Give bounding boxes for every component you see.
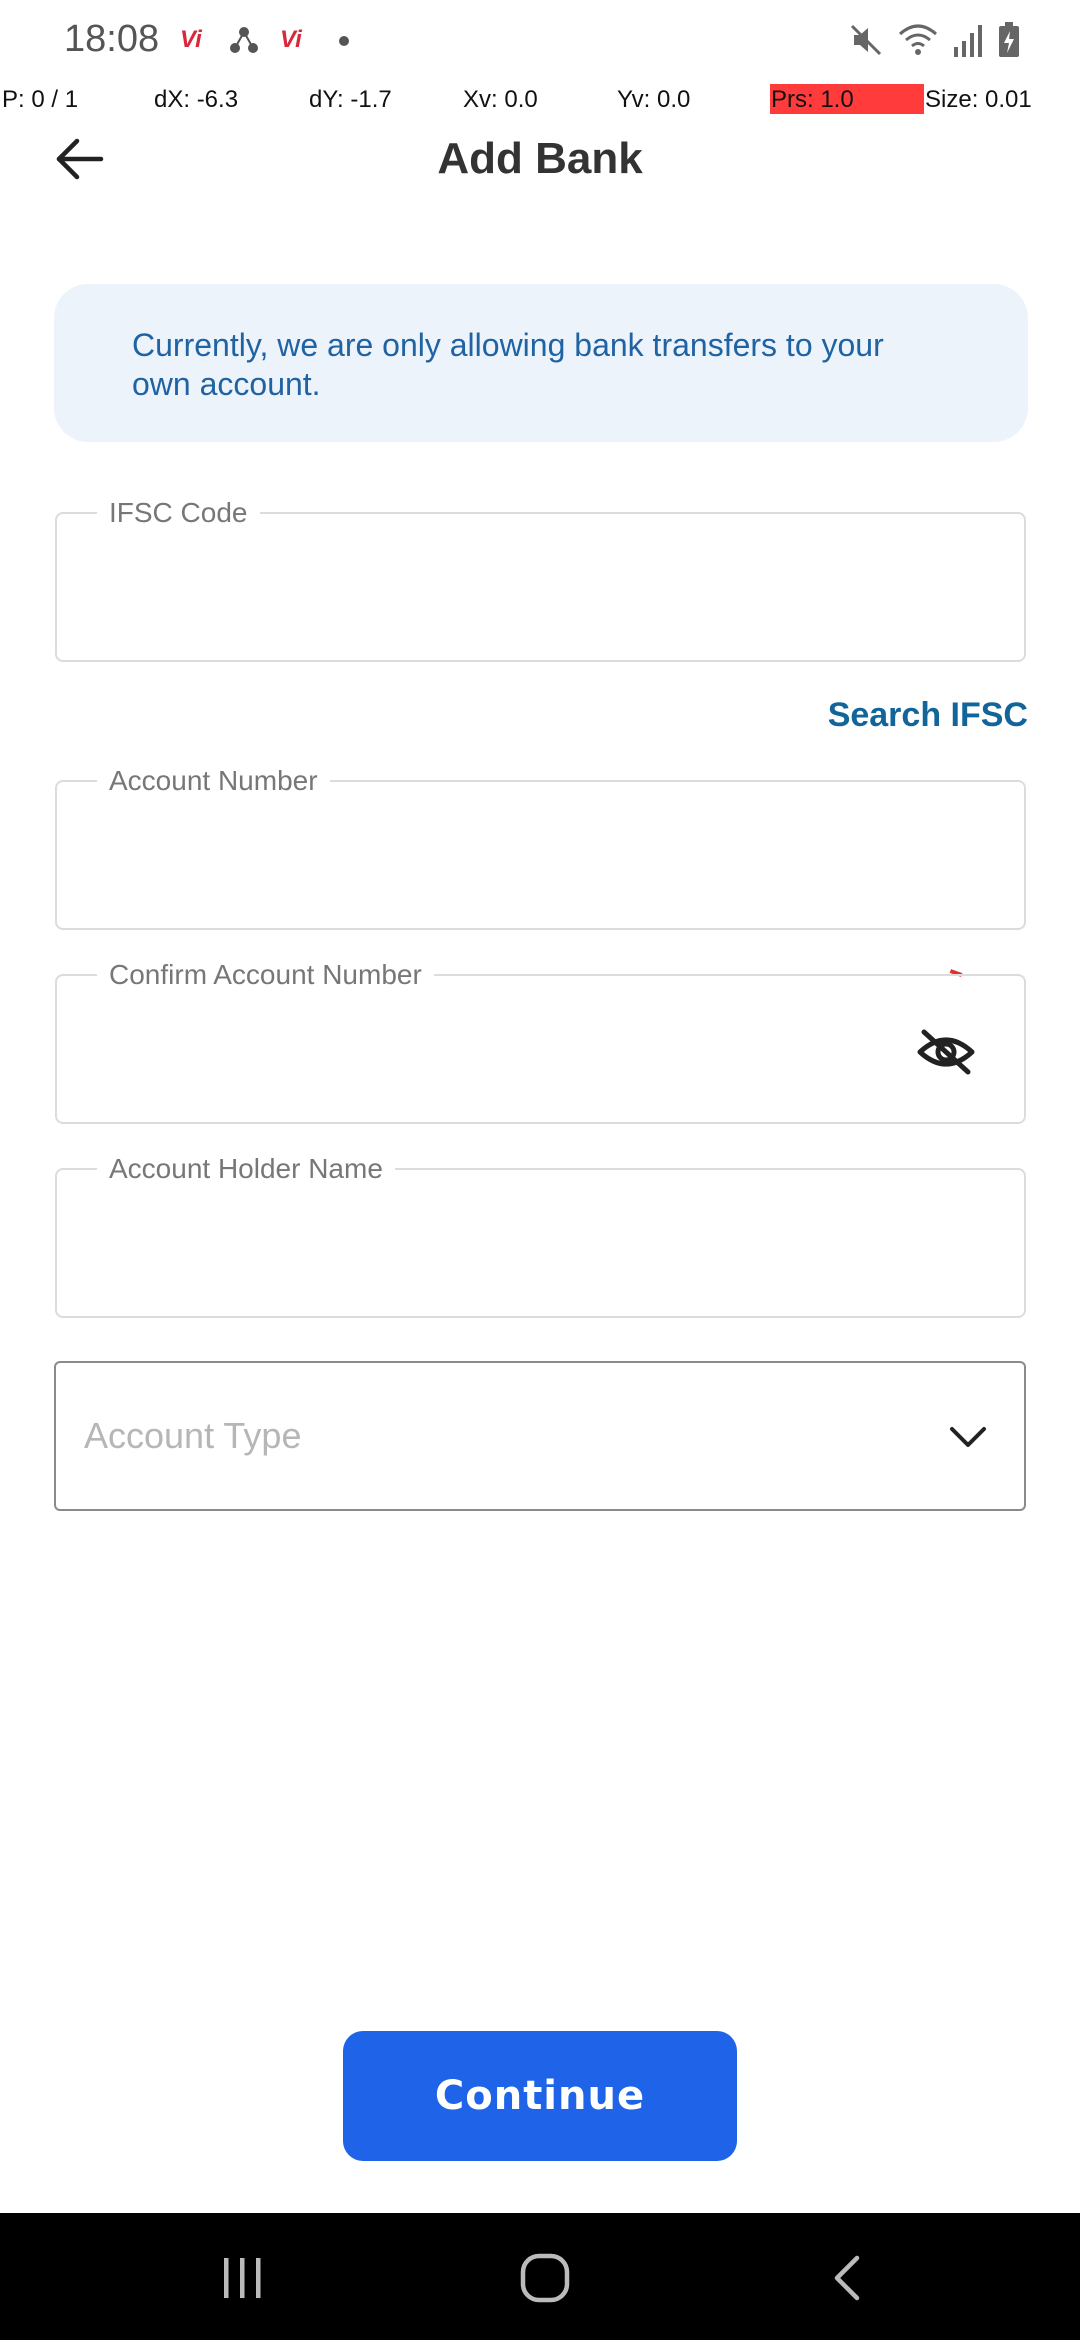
system-icons — [848, 22, 1020, 63]
confirm-account-number-label: Confirm Account Number — [97, 959, 434, 991]
mute-icon — [848, 22, 884, 63]
debug-dy: dY: -1.7 — [309, 86, 392, 113]
chevron-down-icon — [950, 1427, 986, 1447]
dot-icon — [339, 36, 349, 46]
recent-apps-button[interactable] — [198, 2243, 288, 2313]
vi-icon: Vi — [280, 26, 302, 54]
pointer-debug-bar: P: 0 / 1 dX: -6.3 dY: -1.7 Xv: 0.0 Yv: 0… — [0, 80, 1080, 120]
status-bar: 18:08 Vi Vi — [0, 0, 1080, 80]
account-type-dropdown[interactable]: Account Type — [54, 1361, 1026, 1511]
ifsc-code-field[interactable]: IFSC Code — [55, 497, 1026, 662]
account-holder-name-input[interactable] — [87, 1210, 947, 1280]
search-ifsc-link[interactable]: Search IFSC — [828, 696, 1028, 735]
status-time: 18:08 — [64, 18, 160, 60]
home-icon — [520, 2253, 570, 2303]
debug-xv: Xv: 0.0 — [463, 86, 538, 113]
account-number-input[interactable] — [87, 822, 947, 892]
share-network-icon — [230, 26, 258, 54]
debug-pointer: P: 0 / 1 — [2, 86, 79, 113]
page-title: Add Bank — [437, 134, 643, 183]
vi-text: Vi — [280, 26, 302, 53]
account-type-placeholder: Account Type — [84, 1415, 302, 1456]
account-number-field[interactable]: Account Number — [55, 765, 1026, 930]
debug-dx: dX: -6.3 — [154, 86, 239, 113]
account-holder-name-field[interactable]: Account Holder Name — [55, 1153, 1026, 1318]
vi-text: Vi — [180, 26, 202, 53]
info-banner: Currently, we are only allowing bank tra… — [54, 284, 1028, 442]
recent-apps-icon — [224, 2258, 261, 2298]
ifsc-code-input[interactable] — [87, 554, 947, 624]
toggle-visibility-button[interactable] — [914, 1026, 978, 1078]
confirm-account-number-field[interactable]: Confirm Account Number — [55, 959, 1026, 1124]
continue-button[interactable]: Continue — [343, 2031, 737, 2161]
ifsc-code-label: IFSC Code — [97, 497, 260, 529]
account-number-label: Account Number — [97, 765, 330, 797]
confirm-account-number-input[interactable] — [87, 1016, 877, 1086]
eye-off-icon — [917, 1029, 975, 1075]
vi-icon: Vi — [180, 26, 202, 54]
home-button[interactable] — [500, 2243, 590, 2313]
nav-back-button[interactable] — [802, 2243, 892, 2313]
account-holder-name-label: Account Holder Name — [97, 1153, 395, 1185]
signal-icon — [952, 23, 984, 62]
debug-pressure: Prs: 1.0 — [771, 86, 854, 113]
system-nav-bar — [0, 2213, 1080, 2340]
wifi-icon — [898, 22, 938, 63]
battery-charging-icon — [998, 22, 1020, 63]
debug-size: Size: 0.01 — [925, 86, 1032, 113]
back-icon — [834, 2255, 860, 2301]
debug-yv: Yv: 0.0 — [617, 86, 691, 113]
